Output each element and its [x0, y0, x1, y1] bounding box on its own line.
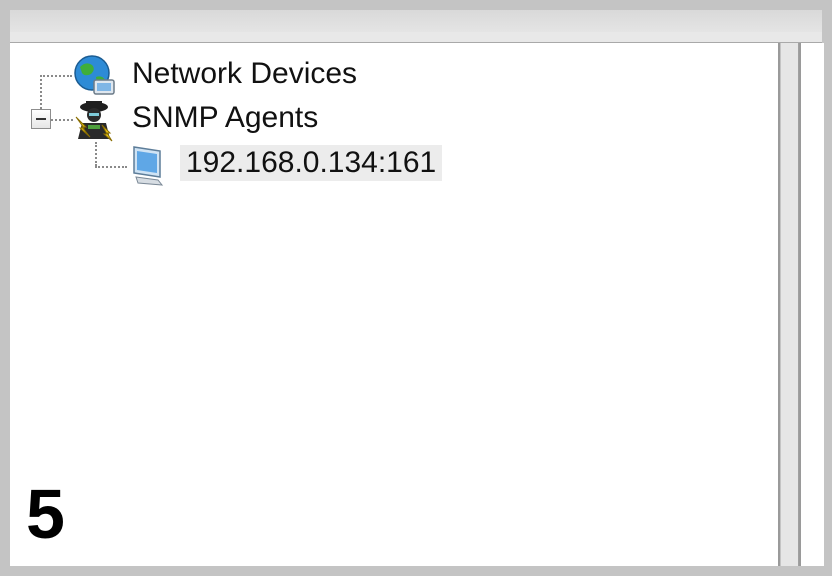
computer-monitor-icon [133, 146, 164, 186]
tree-connector-child [95, 142, 97, 166]
toolbar-strip [10, 32, 822, 43]
step-number: 5 [26, 475, 65, 553]
tree-connector-agent-child [95, 166, 127, 168]
tree-item-label: Network Devices [132, 57, 358, 90]
pane-splitter[interactable] [781, 43, 799, 566]
tree-view-pane[interactable] [10, 43, 780, 566]
snmp-agent-icon [75, 101, 113, 142]
tree-item-label: 192.168.0.134:161 [180, 145, 443, 181]
collapse-toggle-snmp-agents[interactable] [31, 109, 51, 129]
title-bar [10, 10, 822, 33]
tree-connector-snmp-agents [51, 119, 73, 121]
tree-item-label: SNMP Agents [132, 101, 319, 134]
details-pane[interactable] [799, 43, 824, 566]
tree-connector-root [40, 75, 42, 109]
tree-connector-network-devices [40, 75, 72, 77]
globe-network-icon [74, 55, 115, 95]
screenshot-frame: Network Devices SNMP Agents 192.168.0.13… [0, 0, 832, 576]
